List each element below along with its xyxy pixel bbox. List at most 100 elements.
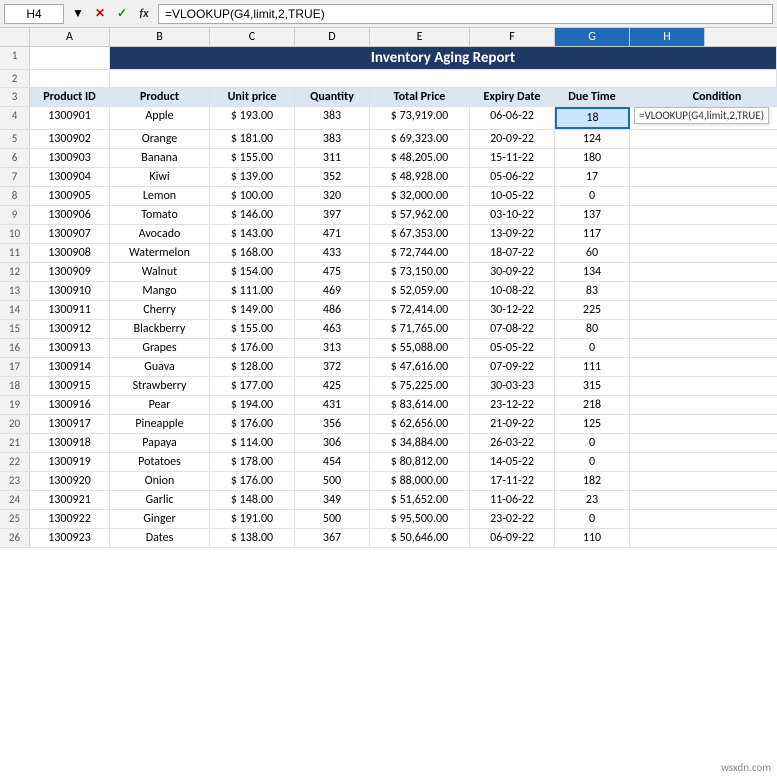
col-header-A[interactable]: A (30, 28, 110, 46)
cell-A1[interactable] (30, 47, 110, 69)
cell-expirydate[interactable]: 07-08-22 (470, 320, 555, 338)
cell-unitprice[interactable]: $ 143.00 (210, 225, 295, 243)
cell-product[interactable]: Avocado (110, 225, 210, 243)
cell-condition[interactable] (630, 244, 777, 262)
cell-condition[interactable] (630, 225, 777, 243)
cell-unitprice[interactable]: $ 176.00 (210, 472, 295, 490)
cell-productid[interactable]: 1300904 (30, 168, 110, 186)
cell-expirydate[interactable]: 06-09-22 (470, 529, 555, 547)
cell-product[interactable]: Onion (110, 472, 210, 490)
cell-condition[interactable] (630, 472, 777, 490)
cell-product[interactable]: Blackberry (110, 320, 210, 338)
cell-expirydate[interactable]: 21-09-22 (470, 415, 555, 433)
cell-product[interactable]: Strawberry (110, 377, 210, 395)
cell-quantity[interactable]: 471 (295, 225, 370, 243)
cell-unitprice[interactable]: $ 155.00 (210, 149, 295, 167)
cell-productid[interactable]: 1300917 (30, 415, 110, 433)
cell-quantity[interactable]: 397 (295, 206, 370, 224)
cell-product[interactable]: Ginger (110, 510, 210, 528)
cell-expirydate[interactable]: 30-09-22 (470, 263, 555, 281)
cell-quantity[interactable]: 372 (295, 358, 370, 376)
cell-expirydate[interactable]: 13-09-22 (470, 225, 555, 243)
cell-product[interactable]: Kiwi (110, 168, 210, 186)
cell-duetime[interactable]: 218 (555, 396, 630, 414)
cell-product[interactable]: Cherry (110, 301, 210, 319)
cell-quantity[interactable]: 431 (295, 396, 370, 414)
cell-expirydate[interactable]: 07-09-22 (470, 358, 555, 376)
cell-condition[interactable] (630, 491, 777, 509)
cell-productid[interactable]: 1300919 (30, 453, 110, 471)
cell-totalprice[interactable]: $ 73,150.00 (370, 263, 470, 281)
cell-totalprice[interactable]: $ 71,765.00 (370, 320, 470, 338)
cell-expirydate[interactable]: 23-12-22 (470, 396, 555, 414)
cell-unitprice[interactable]: $ 191.00 (210, 510, 295, 528)
cell-duetime[interactable]: 180 (555, 149, 630, 167)
cell-duetime[interactable]: 182 (555, 472, 630, 490)
cell-duetime[interactable]: 111 (555, 358, 630, 376)
cell-totalprice[interactable]: $ 52,059.00 (370, 282, 470, 300)
cell-duetime[interactable]: 60 (555, 244, 630, 262)
cell-product[interactable]: Potatoes (110, 453, 210, 471)
cell-productid[interactable]: 1300913 (30, 339, 110, 357)
cell-totalprice[interactable]: $ 62,656.00 (370, 415, 470, 433)
cell-productid[interactable]: 1300905 (30, 187, 110, 205)
cell-unitprice[interactable]: $ 154.00 (210, 263, 295, 281)
cell-quantity[interactable]: 463 (295, 320, 370, 338)
cell-expirydate[interactable]: 23-02-22 (470, 510, 555, 528)
cell-quantity[interactable]: 454 (295, 453, 370, 471)
cell-productid[interactable]: 1300912 (30, 320, 110, 338)
cell-totalprice[interactable]: $ 67,353.00 (370, 225, 470, 243)
cell-expirydate[interactable]: 06-06-22 (470, 107, 555, 129)
confirm-icon[interactable]: ✓ (112, 4, 132, 24)
cell-unitprice[interactable]: $ 155.00 (210, 320, 295, 338)
cell-duetime[interactable]: 0 (555, 187, 630, 205)
cell-totalprice[interactable]: $ 48,205.00 (370, 149, 470, 167)
col-header-F[interactable]: F (470, 28, 555, 46)
cell-condition[interactable] (630, 339, 777, 357)
col-header-E[interactable]: E (370, 28, 470, 46)
cell-totalprice[interactable]: $ 34,884.00 (370, 434, 470, 452)
cell-duetime[interactable]: 0 (555, 339, 630, 357)
cell-totalprice[interactable]: $ 57,962.00 (370, 206, 470, 224)
cell-duetime[interactable]: 18 (555, 107, 630, 129)
cell-totalprice[interactable]: $ 73,919.00 (370, 107, 470, 129)
cell-unitprice[interactable]: $ 148.00 (210, 491, 295, 509)
cell-product[interactable]: Papaya (110, 434, 210, 452)
cell-unitprice[interactable]: $ 114.00 (210, 434, 295, 452)
cell-totalprice[interactable]: $ 72,744.00 (370, 244, 470, 262)
cell-productid[interactable]: 1300922 (30, 510, 110, 528)
cell-productid[interactable]: 1300908 (30, 244, 110, 262)
cell-quantity[interactable]: 313 (295, 339, 370, 357)
cell-duetime[interactable]: 0 (555, 434, 630, 452)
col-header-H[interactable]: H (630, 28, 705, 46)
cell-reference-box[interactable] (4, 4, 64, 24)
cell-product[interactable]: Orange (110, 130, 210, 148)
cell-expirydate[interactable]: 10-05-22 (470, 187, 555, 205)
cell-condition[interactable] (630, 358, 777, 376)
cell-unitprice-header[interactable]: Unit price (210, 88, 295, 106)
cell-productid[interactable]: 1300915 (30, 377, 110, 395)
cell-productid[interactable]: 1300909 (30, 263, 110, 281)
cell-condition[interactable] (630, 301, 777, 319)
cell-condition[interactable] (630, 453, 777, 471)
dropdown-icon[interactable]: ▼ (68, 4, 88, 24)
cell-productid-header[interactable]: Product ID (30, 88, 110, 106)
cell-expirydate[interactable]: 20-09-22 (470, 130, 555, 148)
cell-duetime-header[interactable]: Due Time (555, 88, 630, 106)
cell-condition[interactable] (630, 282, 777, 300)
cell-unitprice[interactable]: $ 194.00 (210, 396, 295, 414)
cell-unitprice[interactable]: $ 111.00 (210, 282, 295, 300)
cell-productid[interactable]: 1300910 (30, 282, 110, 300)
cell-quantity[interactable]: 500 (295, 472, 370, 490)
cell-totalprice-header[interactable]: Total Price (370, 88, 470, 106)
cell-condition[interactable] (630, 187, 777, 205)
cell-product[interactable]: Pineapple (110, 415, 210, 433)
cell-productid[interactable]: 1300920 (30, 472, 110, 490)
cell-quantity[interactable]: 433 (295, 244, 370, 262)
cell-product[interactable]: Walnut (110, 263, 210, 281)
cell-condition[interactable] (630, 320, 777, 338)
cell-condition[interactable] (630, 434, 777, 452)
cell-productid[interactable]: 1300916 (30, 396, 110, 414)
cell-totalprice[interactable]: $ 72,414.00 (370, 301, 470, 319)
cell-quantity[interactable]: 349 (295, 491, 370, 509)
